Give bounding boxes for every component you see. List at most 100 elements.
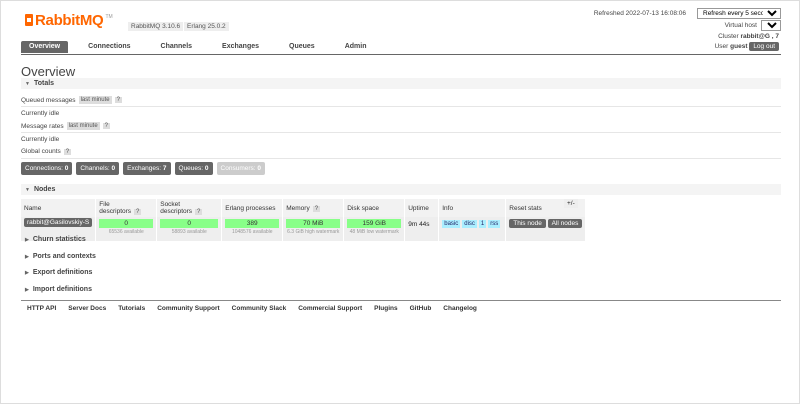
message-rates-row: Message rates last minute ?: [21, 122, 110, 130]
footer-links: HTTP API Server Docs Tutorials Community…: [21, 300, 781, 312]
connections-count[interactable]: Connections: 0: [21, 162, 73, 175]
ep-bar: 389: [225, 219, 280, 228]
global-counts: Connections: 0 Channels: 0 Exchanges: 7 …: [21, 162, 269, 175]
totals-section-header[interactable]: ▼ Totals: [21, 78, 781, 89]
refreshed-text: Refreshed 2022-07-13 16:08:06: [593, 10, 686, 17]
currently-idle-2: Currently idle: [21, 136, 60, 143]
footer-commercial-support[interactable]: Commercial Support: [298, 305, 362, 312]
col-name: Name: [21, 199, 97, 217]
help-icon[interactable]: ?: [312, 205, 321, 212]
info-tag-count: 1: [478, 220, 487, 228]
divider: [21, 106, 781, 107]
disk-bar: 159 GiB: [347, 219, 402, 228]
help-icon[interactable]: ?: [63, 148, 72, 155]
ep-sub: 1048576 available: [231, 229, 273, 235]
footer-server-docs[interactable]: Server Docs: [68, 305, 106, 312]
disk-sub: 48 MiB low watermark: [349, 229, 399, 235]
triangle-right-icon: ▶: [25, 253, 29, 260]
global-counts-label: Global counts: [21, 148, 61, 155]
refresh-select[interactable]: Refresh every 5 seconds: [697, 8, 781, 19]
erlang-version: Erlang 25.0.2: [184, 22, 229, 31]
help-icon[interactable]: ?: [114, 97, 122, 103]
triangle-right-icon: ▶: [25, 236, 29, 243]
fd-cell: 0 65536 available: [95, 217, 158, 241]
virtual-host-select[interactable]: All: [761, 20, 781, 31]
footer-community-slack[interactable]: Community Slack: [232, 305, 287, 312]
export-definitions-section[interactable]: ▶ Export definitions: [21, 269, 92, 276]
memory-cell: 70 MiB 6.3 GiB high watermark: [282, 217, 345, 241]
cluster-name: rabbit@G , 7: [740, 33, 779, 40]
tab-exchanges[interactable]: Exchanges: [214, 41, 267, 53]
main-tabs: Overview Connections Channels Exchanges …: [21, 41, 781, 55]
footer-community-support[interactable]: Community Support: [157, 305, 219, 312]
help-icon[interactable]: ?: [195, 209, 203, 215]
tab-overview[interactable]: Overview: [21, 41, 69, 53]
rabbitmq-logo[interactable]: RabbitMQ TM: [25, 10, 113, 30]
column-toggle-button[interactable]: +/-: [564, 199, 578, 208]
channels-count[interactable]: Channels: 0: [76, 162, 120, 175]
triangle-down-icon: ▼: [25, 80, 30, 87]
memory-sub: 6.3 GiB high watermark: [287, 229, 340, 235]
import-definitions-section[interactable]: ▶ Import definitions: [21, 286, 92, 293]
footer-github[interactable]: GitHub: [410, 305, 432, 312]
info-tag-basic: basic: [442, 220, 461, 228]
queued-range-pill[interactable]: last minute: [78, 96, 112, 104]
cluster-label: Cluster: [718, 33, 739, 40]
logo-text: RabbitMQ: [35, 11, 104, 29]
col-info: Info: [438, 199, 507, 217]
col-memory: Memory?: [282, 199, 345, 217]
footer-http-api[interactable]: HTTP API: [27, 305, 56, 312]
col-socket-descriptors: Socket descriptors?: [156, 199, 223, 217]
reset-this-node-button[interactable]: This node: [509, 219, 546, 228]
logo-tm: TM: [105, 14, 113, 20]
global-counts-row: Global counts ?: [21, 148, 72, 155]
tab-channels[interactable]: Channels: [153, 41, 201, 53]
col-uptime: Uptime: [404, 199, 440, 217]
nodes-section-header[interactable]: ▼ Nodes: [21, 184, 781, 195]
help-icon[interactable]: ?: [102, 123, 110, 129]
rates-range-pill[interactable]: last minute: [66, 122, 100, 130]
info-tag-disc: disc: [462, 220, 477, 228]
col-disk-space: Disk space: [343, 199, 406, 217]
fd-bar: 0: [99, 219, 154, 228]
disk-cell: 159 GiB 48 MiB low watermark: [343, 217, 406, 241]
virtual-host-label: Virtual host: [724, 22, 757, 29]
divider: [21, 158, 781, 159]
ep-cell: 389 1048576 available: [221, 217, 284, 241]
fd-sub: 65536 available: [108, 229, 144, 235]
help-icon[interactable]: ?: [134, 209, 142, 215]
uptime-cell: 9m 44s: [404, 217, 440, 241]
sd-cell: 0 58893 available: [156, 217, 223, 241]
message-rates-label: Message rates: [21, 122, 64, 130]
queues-count[interactable]: Queues: 0: [174, 162, 213, 175]
footer-plugins[interactable]: Plugins: [374, 305, 397, 312]
triangle-right-icon: ▶: [25, 286, 29, 293]
tab-connections[interactable]: Connections: [80, 41, 138, 53]
nodes-table: Name File descriptors? Socket descriptor…: [21, 199, 587, 241]
rabbit-icon: [25, 14, 33, 26]
footer-tutorials[interactable]: Tutorials: [118, 305, 145, 312]
col-file-descriptors: File descriptors?: [95, 199, 158, 217]
sd-sub: 58893 available: [171, 229, 207, 235]
footer-changelog[interactable]: Changelog: [443, 305, 477, 312]
page-title: Overview: [21, 64, 76, 79]
consumers-count[interactable]: Consumers: 0: [216, 162, 266, 175]
triangle-down-icon: ▼: [25, 186, 30, 193]
nodes-title: Nodes: [33, 186, 56, 193]
table-row: rabbit@Gasilovskiy-S 0 65536 available 05…: [21, 217, 587, 241]
totals-title: Totals: [33, 80, 55, 87]
divider: [21, 132, 781, 133]
tab-admin[interactable]: Admin: [337, 41, 375, 53]
memory-bar: 70 MiB: [286, 219, 341, 228]
ports-contexts-section[interactable]: ▶ Ports and contexts: [21, 253, 96, 260]
currently-idle-1: Currently idle: [21, 110, 60, 117]
sd-bar: 0: [160, 219, 219, 228]
node-name-link[interactable]: rabbit@Gasilovskiy-S: [24, 218, 93, 227]
reset-all-nodes-button[interactable]: All nodes: [547, 219, 583, 228]
tab-queues[interactable]: Queues: [281, 41, 323, 53]
triangle-right-icon: ▶: [25, 269, 29, 276]
churn-statistics-section[interactable]: ▶ Churn statistics: [21, 236, 86, 243]
exchanges-count[interactable]: Exchanges: 7: [123, 162, 171, 175]
queued-messages-label: Queued messages: [21, 96, 76, 104]
cluster-info: Cluster rabbit@G , 7: [718, 33, 779, 40]
